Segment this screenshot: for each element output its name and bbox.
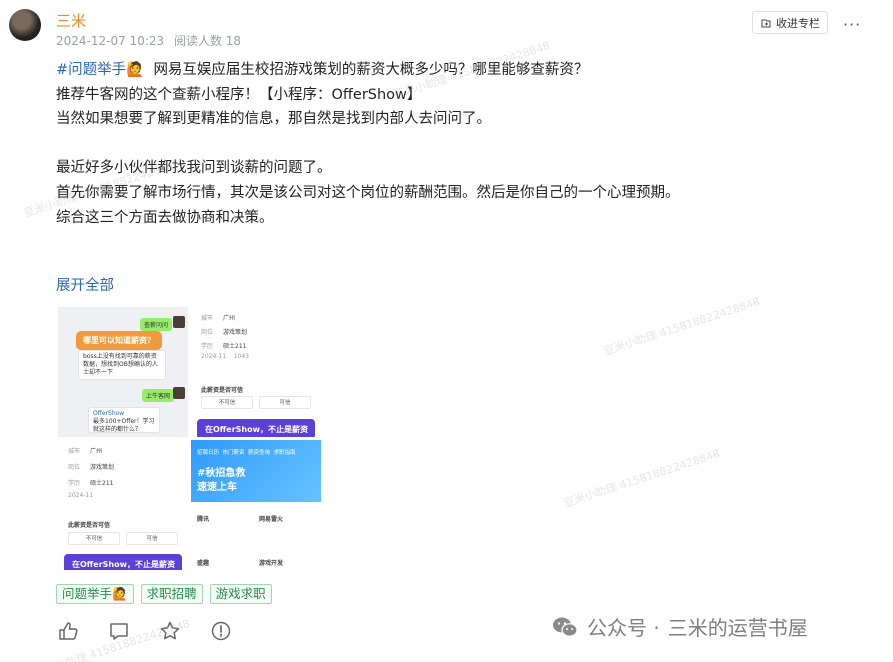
author-avatar[interactable] [9,9,41,41]
content-line: 综合这三个方面去做协商和决策。 [56,209,274,226]
author-name[interactable]: 三米 [56,10,86,31]
post-date: 2024-12-07 10:23 [56,34,165,48]
tag-item[interactable]: 游戏求职 [209,584,272,604]
tag-item[interactable]: 问题举手🙋 [56,584,134,604]
thumbs-up-icon[interactable] [57,620,79,642]
more-options-button[interactable]: ··· [843,15,861,34]
salary-detail-image[interactable]: 城市 广州 岗位 游戏策划 学历 硕士211 2024-11 此薪资是否可信 不可信 … [58,440,188,570]
image-grid: 查薪问问 哪里可以知道薪资？ boss上没有找到可靠的薪资数据，想找到OB想确认… [58,307,321,570]
chat-avatar [173,316,185,328]
read-count: 阅读人数 18 [173,34,242,48]
offershow-home-image[interactable]: 招聘日历 热门薪资 薪资查询 求职指南 #秋招急救 速速上车 腾讯 网易雷火 盛… [191,440,321,570]
tag-item[interactable]: 求职招聘 [140,584,203,604]
collect-to-column-button[interactable]: 收进专栏 [752,11,828,34]
watermark-name: 三米的运营书屋 [667,616,808,640]
expand-all-link[interactable]: 展开全部 [56,274,114,295]
promo-banner: 在OfferShow，不止是薪资 [197,419,315,437]
chat-card: OfferShow 最多100+Offer！学习就这样的都什么？ [88,407,160,433]
post-content: #问题举手🙋 网易互娱应届生校招游戏策划的薪资大概多少吗？哪里能够查薪资？ 推荐… [56,58,856,230]
salary-detail-image[interactable]: 城市 广州 岗位 游戏策划 学历 硕士211 2024-11 1043 此薪资是否可信… [191,307,321,437]
column-icon [761,19,771,27]
chat-bubble: 上牛客网 [142,389,175,402]
chat-question: 哪里可以知道薪资？ [76,331,162,350]
chat-screenshot-image[interactable]: 查薪问问 哪里可以知道薪资？ boss上没有找到可靠的薪资数据，想找到OB想确认… [58,307,188,437]
chat-avatar [173,387,185,399]
collect-label: 收进专栏 [776,16,820,30]
post-meta: 2024-12-07 10:23 阅读人数 18 [56,32,247,49]
content-line: 首先你需要了解市场行情，其次是该公司对这个岗位的薪酬范围。然后是你自己的一个心理… [56,184,680,201]
topic-link[interactable]: #问题举手🙋 [56,62,144,78]
chat-bubble: boss上没有找到可靠的薪资数据，想找到OB想确认的人士却不一下 [78,350,166,380]
watermark-prefix: 公众号 · [587,616,660,640]
tag-list: 问题举手🙋 求职招聘 游戏求职 [56,584,272,604]
content-line: 当然如果想要了解到更精准的信息，那自然是找到内部人去问问了。 [56,111,491,128]
wechat-watermark: 公众号 · 三米的运营书屋 [551,612,808,641]
content-line: 推荐牛客网的这个查薪小程序！【小程序：OfferShow】 [56,86,422,103]
promo-banner: 在OfferShow，不止是薪资 [64,554,182,570]
chat-bubble: 查薪问问 [140,318,173,331]
reward-icon[interactable] [210,620,232,642]
wechat-icon [553,617,578,637]
